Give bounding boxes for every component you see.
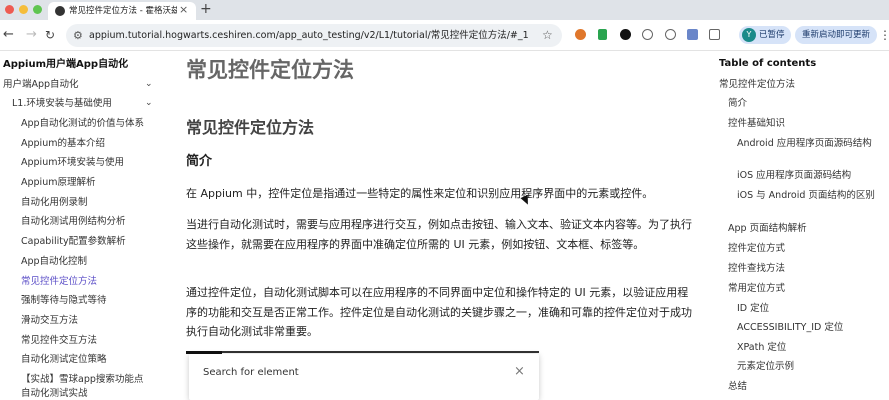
sidebar-item[interactable]: Appium的基本介绍: [21, 137, 105, 150]
sidebar-item-l1-env[interactable]: L1.环境安装与基础使用: [12, 97, 112, 110]
sidebar-item[interactable]: 自动化用例录制: [21, 196, 88, 209]
sidebar-item[interactable]: Appium原理解析: [21, 176, 95, 189]
extension-6-icon[interactable]: [687, 29, 698, 40]
search-panel-label: Search for element: [203, 367, 299, 378]
table-of-contents: Table of contents 常见控件定位方法 简介 控件基础知识 And…: [712, 51, 889, 400]
extension-5-icon[interactable]: [665, 29, 676, 40]
toc-item[interactable]: App 页面结构解析: [728, 222, 807, 235]
extension-4-icon[interactable]: [642, 29, 653, 40]
intro-heading: 简介: [186, 154, 213, 169]
paragraph: 当进行自动化测试时，需要与应用程序进行交互，例如点击按钮、输入文本、验证文本内容…: [186, 218, 692, 251]
back-button[interactable]: ←: [3, 27, 14, 43]
browser-tab-active[interactable]: 常见控件定位方法 - 霍格沃兹测 ×: [48, 2, 196, 20]
new-tab-button[interactable]: +: [200, 1, 212, 17]
toc-item[interactable]: 总结: [728, 380, 747, 393]
toc-item[interactable]: ACCESSIBILITY_ID 定位: [737, 321, 843, 334]
extension-1-icon[interactable]: [575, 29, 586, 40]
toc-item[interactable]: 简介: [728, 97, 747, 110]
chevron-down-icon[interactable]: ⌄: [145, 97, 153, 110]
kebab-menu-icon[interactable]: ⋮: [879, 27, 889, 43]
restart-to-update-button[interactable]: 重新启动即可更新: [795, 26, 877, 44]
toc-item[interactable]: 控件基础知识: [728, 117, 785, 130]
sidebar-item[interactable]: 自动化测试用例结构分析: [21, 215, 126, 228]
toc-item[interactable]: 常见控件定位方法: [719, 78, 795, 91]
sidebar-item[interactable]: 自动化测试定位策略: [21, 353, 107, 366]
toc-item[interactable]: XPath 定位: [737, 341, 786, 354]
profile-button[interactable]: Y 已暂停: [739, 26, 791, 44]
tab-title: 常见控件定位方法 - 霍格沃兹测: [69, 6, 177, 16]
search-for-element-panel[interactable]: Search for element ×: [189, 354, 539, 400]
sidebar-item-app-automation[interactable]: 用户端App自动化: [3, 78, 79, 91]
page-title: 常见控件定位方法: [186, 58, 354, 82]
tab-favicon-icon: [55, 6, 65, 16]
window-close-button[interactable]: [5, 5, 14, 14]
sidebar-item[interactable]: App自动化控制: [21, 255, 87, 268]
extension-2-icon[interactable]: [598, 29, 607, 40]
toc-item[interactable]: ID 定位: [737, 302, 769, 315]
browser-tab-strip: 常见控件定位方法 - 霍格沃兹测 × +: [0, 0, 889, 20]
sidebar-item[interactable]: Appium环境安装与使用: [21, 156, 124, 169]
address-bar[interactable]: ⚙ appium.tutorial.hogwarts.ceshiren.com/…: [66, 24, 562, 47]
toc-item[interactable]: iOS 应用程序页面源码结构: [737, 169, 851, 182]
forward-button[interactable]: →: [26, 27, 37, 43]
toc-title: Table of contents: [719, 58, 817, 69]
main-content: 常见控件定位方法 常见控件定位方法 简介 在 Appium 中，控件定位是指通过…: [186, 51, 696, 400]
sidebar-item[interactable]: App自动化测试的价值与体系: [21, 117, 144, 130]
sidebar-item-active[interactable]: 常见控件定位方法: [21, 275, 97, 288]
extensions-puzzle-icon[interactable]: [709, 29, 720, 40]
sidebar-item[interactable]: 滑动交互方法: [21, 314, 78, 327]
sidebar-item[interactable]: Capability配置参数解析: [21, 235, 126, 248]
toc-item[interactable]: 常用定位方式: [728, 282, 785, 295]
toc-item[interactable]: 控件定位方式: [728, 242, 785, 255]
sidebar-item[interactable]: 【实战】雪球app搜索功能点: [21, 373, 143, 386]
sidebar-item[interactable]: 自动化测试实战: [21, 387, 88, 400]
avatar: Y: [742, 28, 756, 42]
bookmark-star-icon[interactable]: ☆: [542, 27, 553, 43]
close-icon[interactable]: ×: [514, 364, 525, 380]
site-info-icon[interactable]: ⚙: [73, 28, 83, 43]
toc-item[interactable]: iOS 与 Android 页面结构的区别: [737, 189, 879, 202]
site-title[interactable]: Appium用户端App自动化: [3, 58, 128, 72]
reload-button[interactable]: ↻: [45, 27, 55, 43]
toc-item[interactable]: 元素定位示例: [737, 360, 794, 373]
toc-item[interactable]: Android 应用程序页面源码结构: [737, 137, 879, 150]
restart-label: 重新启动即可更新: [802, 30, 871, 40]
profile-status-label: 已暂停: [759, 30, 785, 40]
paragraph: 在 Appium 中，控件定位是指通过一些特定的属性来定位和识别应用程序界面中的…: [186, 187, 654, 200]
tab-close-icon[interactable]: ×: [179, 4, 188, 16]
left-sidebar-nav: Appium用户端App自动化 用户端App自动化 ⌄ L1.环境安装与基础使用…: [0, 51, 165, 400]
section-title: 常见控件定位方法: [186, 118, 315, 137]
toc-item[interactable]: 控件查找方法: [728, 262, 785, 275]
code-block-top-border: [186, 351, 539, 353]
browser-toolbar: ← → ↻ ⚙ appium.tutorial.hogwarts.ceshire…: [0, 20, 889, 51]
window-maximize-button[interactable]: [33, 5, 42, 14]
sidebar-item[interactable]: 常见控件交互方法: [21, 334, 97, 347]
window-minimize-button[interactable]: [19, 5, 28, 14]
url-text[interactable]: appium.tutorial.hogwarts.ceshiren.com/ap…: [89, 29, 529, 42]
sidebar-item[interactable]: 强制等待与隐式等待: [21, 294, 107, 307]
paragraph: 通过控件定位，自动化测试脚本可以在应用程序的不同界面中定位和操作特定的 UI 元…: [186, 286, 692, 338]
extension-3-icon[interactable]: [620, 29, 631, 40]
chevron-down-icon[interactable]: ⌄: [145, 78, 153, 91]
